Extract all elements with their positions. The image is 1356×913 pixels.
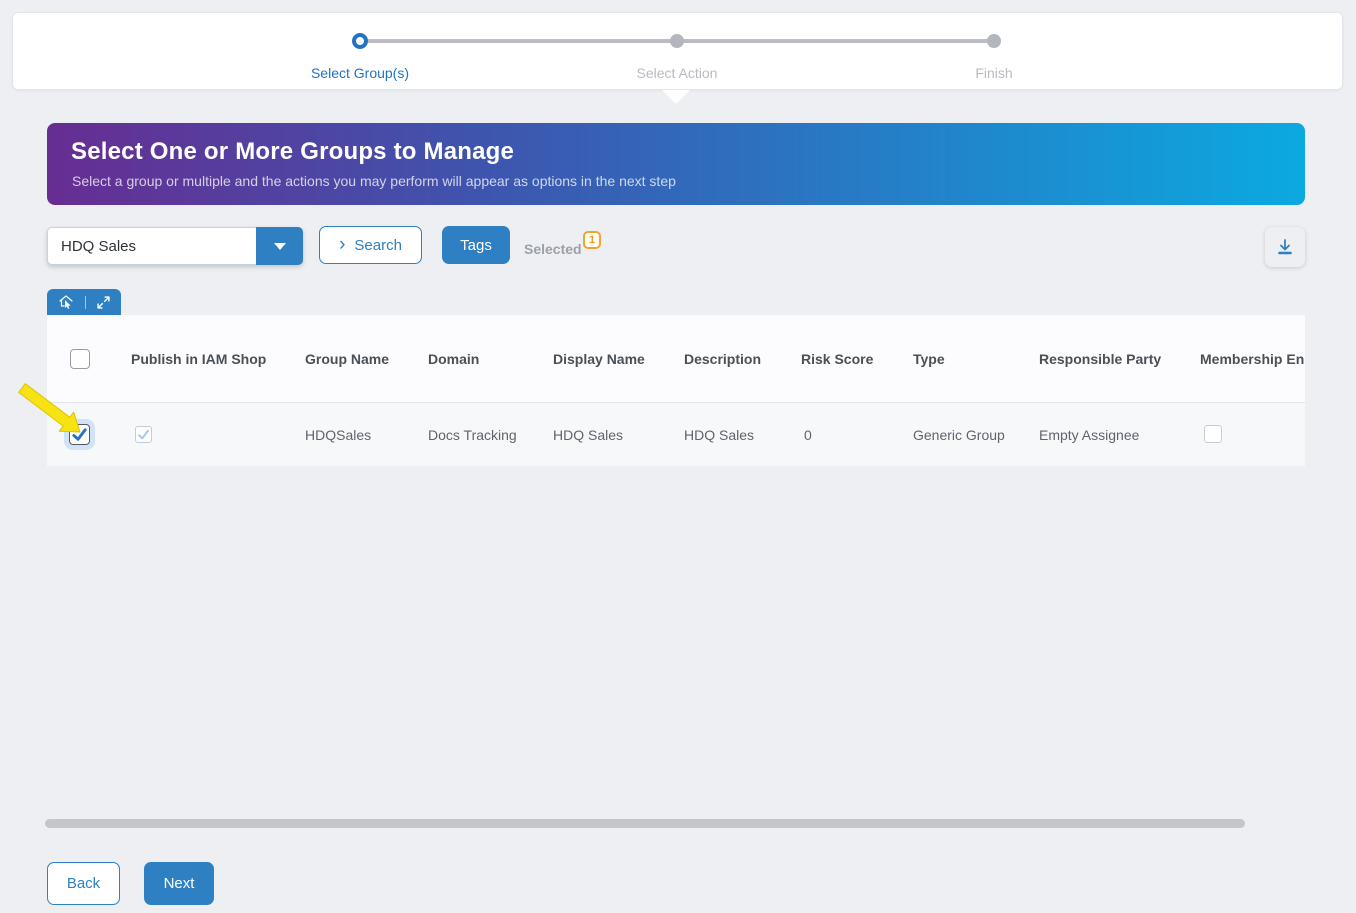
step-dot-select-groups[interactable] [352,33,368,49]
step-dot-finish[interactable] [987,34,1001,48]
column-header-membership-enabled: Membership En [1200,351,1304,367]
column-header-responsible-party: Responsible Party [1039,351,1161,367]
column-header-description: Description [684,351,761,367]
selected-count-badge: 1 [583,231,601,249]
cell-type: Generic Group [913,427,1005,443]
cell-group-name: HDQSales [305,427,371,443]
download-icon [1275,237,1295,257]
membership-enabled-checkbox[interactable] [1204,425,1222,443]
select-all-checkbox[interactable] [70,349,90,369]
cell-domain: Docs Tracking [428,427,517,443]
table-row[interactable]: HDQSales Docs Tracking HDQ Sales HDQ Sal… [47,403,1305,466]
page-title: Select One or More Groups to Manage [71,138,514,166]
chevron-right-icon: › [339,235,345,254]
step-label-finish[interactable]: Finish [844,65,1144,81]
stepper-pointer-notch [662,90,690,104]
tags-button-label: Tags [460,237,492,254]
dropdown-toggle-button[interactable] [256,227,303,265]
next-button-label: Next [164,875,195,892]
column-header-domain: Domain [428,351,479,367]
table-header-row: Publish in IAM Shop Group Name Domain Di… [47,315,1305,403]
row-select-checkbox[interactable] [69,424,90,445]
column-header-publish-in-iam-shop: Publish in IAM Shop [131,351,266,367]
selected-label: Selected [524,241,582,257]
wizard-stepper: Select Group(s) Select Action Finish [12,12,1343,90]
cell-description: HDQ Sales [684,427,754,443]
chevron-down-icon [274,243,286,250]
page: Select Group(s) Select Action Finish Sel… [0,0,1356,913]
page-header-banner: Select One or More Groups to Manage Sele… [47,123,1305,205]
back-button[interactable]: Back [47,862,120,905]
search-button-label: Search [354,237,402,254]
search-button[interactable]: › Search [319,226,422,264]
publish-in-iam-shop-checkbox-disabled [135,426,152,443]
expand-grid-button[interactable] [97,296,110,309]
group-filter-dropdown[interactable]: HDQ Sales [47,227,303,265]
group-filter-value: HDQ Sales [61,228,136,265]
next-button[interactable]: Next [144,862,214,905]
horizontal-scrollbar[interactable] [45,819,1245,828]
column-header-display-name: Display Name [553,351,645,367]
download-button[interactable] [1265,227,1305,267]
column-header-group-name: Group Name [305,351,389,367]
tags-button[interactable]: Tags [442,226,510,264]
back-button-label: Back [67,875,100,892]
step-dot-select-action[interactable] [670,34,684,48]
column-header-risk-score: Risk Score [801,351,873,367]
select-pointer-icon [58,294,74,310]
page-subtitle: Select a group or multiple and the actio… [72,173,676,189]
cell-risk-score: 0 [804,427,812,443]
groups-table: Publish in IAM Shop Group Name Domain Di… [47,315,1305,467]
step-label-select-groups[interactable]: Select Group(s) [210,65,510,81]
expand-icon [97,296,110,309]
column-header-type: Type [913,351,945,367]
step-label-select-action[interactable]: Select Action [527,65,827,81]
cell-responsible-party: Empty Assignee [1039,427,1139,443]
select-rows-button[interactable] [58,294,74,310]
grid-toolbar [47,289,121,315]
toolbar-divider [85,296,86,309]
cell-display-name: HDQ Sales [553,427,623,443]
